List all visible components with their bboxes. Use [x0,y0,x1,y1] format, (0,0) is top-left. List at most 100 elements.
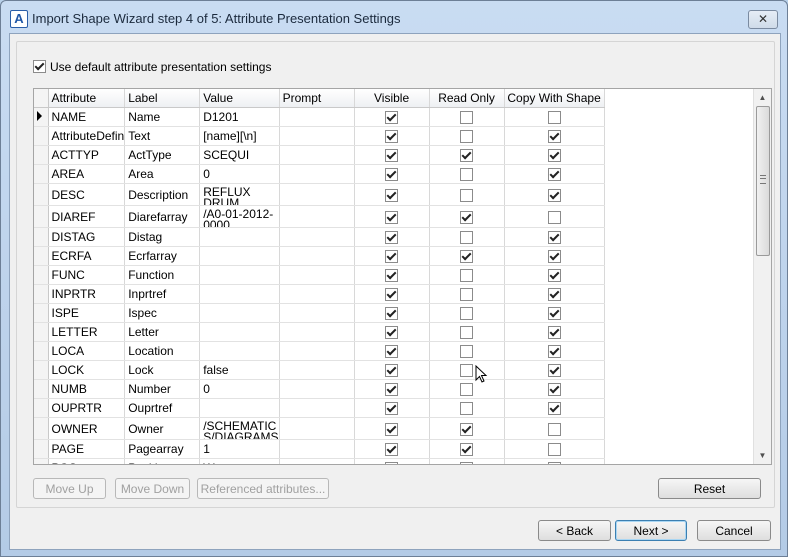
cell-label[interactable]: Name [124,107,201,127]
cell-label[interactable]: Ecrfarray [124,246,201,266]
cell-attribute[interactable]: PAGE [48,439,126,459]
visible-checkbox[interactable] [385,402,399,416]
cell-value[interactable]: W [199,458,280,464]
cell-attribute[interactable]: DISTAG [48,227,126,247]
cell-attribute[interactable]: ISPE [48,303,126,323]
scrollbar-thumb[interactable] [756,106,770,256]
table-row[interactable]: POSPositionW [34,458,605,464]
column-header-label[interactable]: Label [124,89,201,108]
row-header[interactable] [34,126,49,146]
cell-attribute[interactable]: ECRFA [48,246,126,266]
cell-prompt[interactable] [279,107,355,127]
read-only-checkbox[interactable] [460,462,474,464]
cell-label[interactable]: Pagearray [124,439,201,459]
read-only-checkbox[interactable] [460,188,474,202]
close-button[interactable]: ✕ [748,10,778,29]
row-header[interactable] [34,322,49,342]
move-down-button[interactable]: Move Down [115,478,190,499]
cell-prompt[interactable] [279,183,355,206]
row-header[interactable] [34,227,49,247]
read-only-checkbox[interactable] [460,422,474,436]
visible-checkbox[interactable] [385,210,399,224]
cell-label[interactable]: Distag [124,227,201,247]
next-button[interactable]: Next > [615,520,687,541]
scroll-down-arrow-icon[interactable]: ▼ [754,447,771,464]
row-header[interactable] [34,417,49,440]
row-header[interactable] [34,360,49,380]
cell-attribute[interactable]: LOCK [48,360,126,380]
table-row[interactable]: FUNC Function [34,265,605,285]
copy-with-shape-checkbox[interactable] [547,345,561,359]
copy-with-shape-checkbox[interactable] [547,130,561,144]
cell-attribute[interactable]: AREA [48,164,126,184]
read-only-checkbox[interactable] [460,250,474,264]
cell-attribute[interactable]: NUMB [48,379,126,399]
cell-prompt[interactable] [279,145,355,165]
copy-with-shape-checkbox[interactable] [547,364,561,378]
row-header[interactable] [34,205,49,228]
cell-prompt[interactable] [279,379,355,399]
table-row[interactable]: LETTER Letter [34,322,605,342]
row-header[interactable] [34,183,49,206]
cell-value[interactable] [199,227,280,247]
cell-value[interactable]: SCEQUI [199,145,280,165]
read-only-checkbox[interactable] [460,149,474,163]
visible-checkbox[interactable] [385,462,399,464]
column-header-attribute[interactable]: Attribute [48,89,126,108]
visible-checkbox[interactable] [385,168,399,182]
cell-label[interactable]: Location [124,341,201,361]
table-row[interactable]: ISPE Ispec [34,303,605,323]
cell-prompt[interactable] [279,417,355,440]
read-only-checkbox[interactable] [460,307,474,321]
cell-value[interactable]: 0 [199,379,280,399]
cell-prompt[interactable] [279,398,355,418]
copy-with-shape-checkbox[interactable] [547,422,561,436]
read-only-checkbox[interactable] [460,364,474,378]
cell-attribute[interactable]: ACTTYP [48,145,126,165]
table-row[interactable]: AREA Area 0 [34,164,605,184]
cell-prompt[interactable] [279,265,355,285]
grid-vertical-scrollbar[interactable]: ▲ ▼ [753,89,771,464]
column-header-value[interactable]: Value [199,89,280,108]
copy-with-shape-checkbox[interactable] [547,402,561,416]
cell-value[interactable] [199,322,280,342]
cell-prompt[interactable] [279,164,355,184]
visible-checkbox[interactable] [385,231,399,245]
row-header[interactable] [34,303,49,323]
cell-value[interactable]: REFLUX DRUM [199,183,280,206]
cell-attribute[interactable]: LOCA [48,341,126,361]
read-only-checkbox[interactable] [460,383,474,397]
cell-attribute[interactable]: POS [48,458,126,464]
visible-checkbox[interactable] [385,188,399,202]
copy-with-shape-checkbox[interactable] [547,462,561,464]
cell-label[interactable]: Number [124,379,201,399]
cell-label[interactable]: Owner [124,417,201,440]
cell-prompt[interactable] [279,205,355,228]
read-only-checkbox[interactable] [460,210,474,224]
copy-with-shape-checkbox[interactable] [547,231,561,245]
table-row[interactable]: LOCK Lock false [34,360,605,380]
cell-attribute[interactable]: INPRTR [48,284,126,304]
cell-label[interactable]: Lock [124,360,201,380]
copy-with-shape-checkbox[interactable] [547,168,561,182]
copy-with-shape-checkbox[interactable] [547,269,561,283]
table-row[interactable]: LOCA Location [34,341,605,361]
move-up-button[interactable]: Move Up [33,478,106,499]
copy-with-shape-checkbox[interactable] [547,443,561,457]
copy-with-shape-checkbox[interactable] [547,111,561,125]
cell-label[interactable]: Area [124,164,201,184]
cell-value[interactable]: 1 [199,439,280,459]
cell-attribute[interactable]: DESC [48,183,126,206]
row-header[interactable] [34,379,49,399]
row-header[interactable] [34,164,49,184]
cell-attribute[interactable]: OWNER [48,417,126,440]
cell-prompt[interactable] [279,284,355,304]
cell-label[interactable]: Ouprtref [124,398,201,418]
column-header-copy-with-shape[interactable]: Copy With Shape [504,89,605,108]
table-row[interactable]: DIAREF Diarefarray/A0-01-2012- 0000 [34,205,605,228]
copy-with-shape-checkbox[interactable] [547,383,561,397]
cell-value[interactable] [199,341,280,361]
copy-with-shape-checkbox[interactable] [547,149,561,163]
read-only-checkbox[interactable] [460,168,474,182]
scroll-up-arrow-icon[interactable]: ▲ [754,89,771,106]
